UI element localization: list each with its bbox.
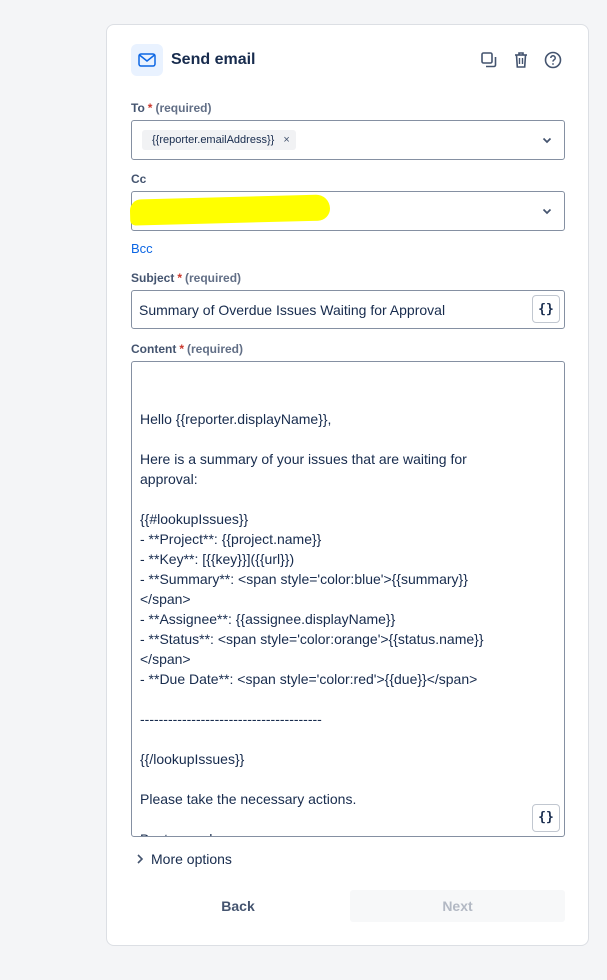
help-icon[interactable] <box>542 49 564 71</box>
recipient-chip-label: {{reporter.emailAddress}} <box>152 134 275 146</box>
redaction-highlight <box>129 194 331 226</box>
subject-label: Subject * (required) <box>131 271 241 285</box>
panel-title: Send email <box>171 51 256 68</box>
subject-input[interactable]: Summary of Overdue Issues Waiting for Ap… <box>131 290 565 329</box>
required-star: * <box>177 271 183 285</box>
mail-icon <box>131 44 163 76</box>
send-email-panel: Send email To * (required) {{reporter.emai… <box>106 24 589 946</box>
smart-value-button[interactable]: {} <box>532 804 560 832</box>
required-text: (required) <box>155 101 212 115</box>
duplicate-icon[interactable] <box>478 49 500 71</box>
cc-field[interactable] <box>129 191 565 231</box>
smart-value-button[interactable]: {} <box>532 295 560 323</box>
content-value: Hello {{reporter.displayName}}, Here is … <box>140 411 484 836</box>
required-star: * <box>179 342 184 356</box>
more-options-label: More options <box>151 851 232 867</box>
to-label: To * (required) <box>131 101 211 115</box>
content-textarea[interactable]: Hello {{reporter.displayName}}, Here is … <box>131 361 565 837</box>
cc-label: Cc <box>131 172 146 186</box>
content-label-text: Content <box>131 342 177 356</box>
required-star: * <box>147 101 153 115</box>
next-button[interactable]: Next <box>350 890 565 922</box>
subject-label-text: Subject <box>131 271 175 285</box>
required-text: (required) <box>185 271 242 285</box>
chevron-right-icon <box>137 854 144 864</box>
subject-value: Summary of Overdue Issues Waiting for Ap… <box>139 301 446 318</box>
chevron-down-icon[interactable] <box>540 204 554 218</box>
panel-header: Send email <box>131 44 564 76</box>
bcc-link[interactable]: Bcc <box>131 241 153 256</box>
more-options-toggle[interactable]: More options <box>135 851 232 867</box>
back-button[interactable]: Back <box>138 890 338 922</box>
cc-label-text: Cc <box>131 172 147 186</box>
content-label: Content * (required) <box>131 342 243 356</box>
recipient-chip: {{reporter.emailAddress}} × <box>142 130 296 150</box>
remove-chip-icon[interactable]: × <box>283 134 289 146</box>
chevron-down-icon[interactable] <box>540 133 554 147</box>
to-field[interactable]: {{reporter.emailAddress}} × <box>131 120 565 160</box>
trash-icon[interactable] <box>510 49 532 71</box>
to-label-text: To <box>131 101 145 115</box>
required-text: (required) <box>187 342 244 356</box>
